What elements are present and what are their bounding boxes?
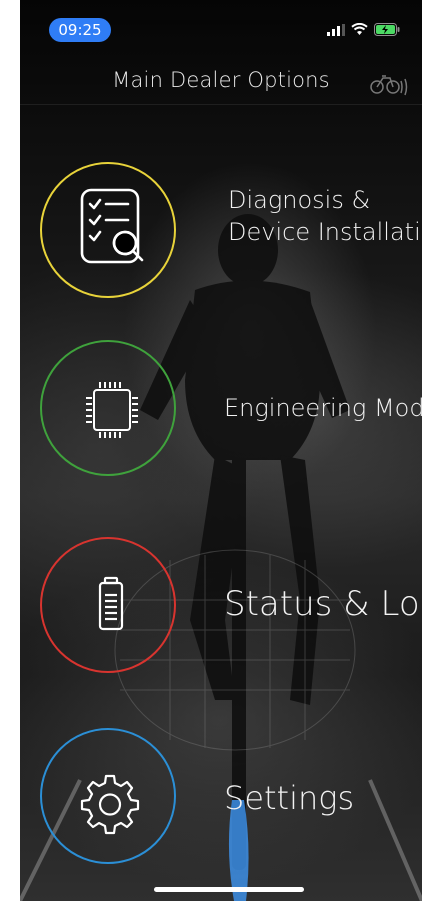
diagnosis-ring — [40, 162, 176, 298]
wifi-icon — [351, 21, 368, 40]
gear-icon — [80, 774, 140, 835]
battery-charging-icon — [374, 21, 400, 40]
battery-icon — [98, 576, 124, 631]
settings-label: Settings — [224, 779, 355, 817]
checklist-search-icon — [80, 188, 144, 264]
signal-bars-icon — [327, 21, 345, 40]
status-log-option[interactable]: Status & Log — [40, 537, 422, 679]
status-log-ring — [40, 537, 176, 673]
settings-ring — [40, 728, 176, 864]
status-icons — [327, 21, 400, 40]
bike-connection-icon[interactable] — [368, 70, 412, 100]
home-indicator[interactable] — [154, 887, 304, 892]
diagnosis-option[interactable]: Diagnosis & Device Installation — [40, 162, 422, 304]
chip-icon — [86, 382, 138, 438]
app-screen: 09:25 Main Dealer Options Diagnosis & De… — [20, 0, 422, 901]
page-title: Main Dealer Options — [112, 68, 330, 92]
engineering-mode-option[interactable]: Engineering Mode — [40, 340, 422, 482]
engineering-ring — [40, 340, 176, 476]
engineering-mode-label: Engineering Mode — [224, 394, 422, 422]
nav-header: Main Dealer Options — [20, 60, 422, 105]
status-log-label: Status & Log — [224, 584, 422, 624]
settings-option[interactable]: Settings — [40, 728, 420, 870]
diagnosis-label: Diagnosis & Device Installation — [228, 186, 422, 246]
status-time: 09:25 — [49, 18, 111, 42]
